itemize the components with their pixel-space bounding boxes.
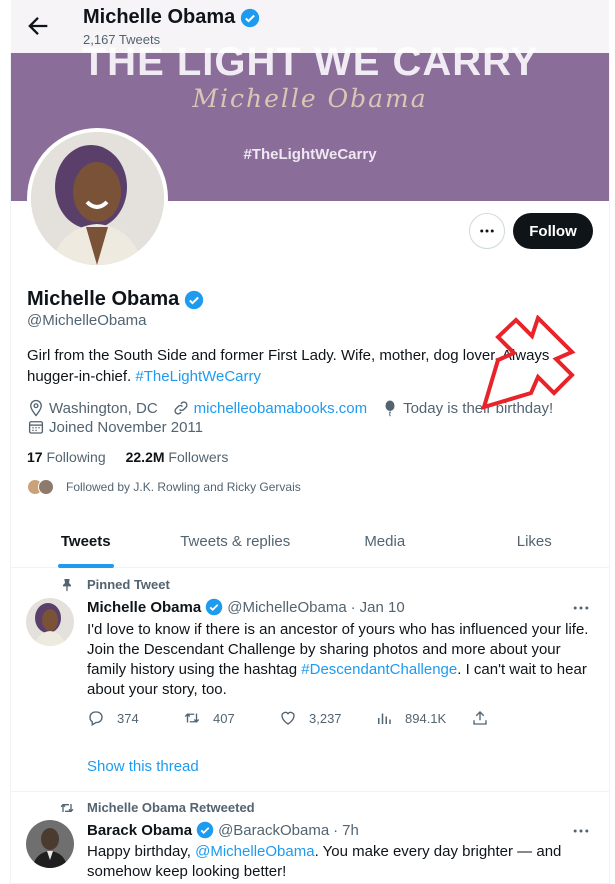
show-thread-link[interactable]: Show this thread	[87, 758, 199, 775]
banner-signature: Michelle Obama	[192, 84, 428, 113]
bio-hashtag-link[interactable]: #TheLightWeCarry	[135, 368, 261, 385]
calendar-icon	[28, 421, 44, 434]
following-label: Following	[46, 449, 106, 465]
more-horizontal-icon[interactable]	[571, 821, 591, 841]
share-icon	[473, 711, 487, 725]
verified-badge-icon	[205, 598, 223, 616]
like-button[interactable]: 3,237	[279, 709, 375, 727]
tweet[interactable]: Michelle Obama Retweeted Barack Obama @B…	[11, 792, 609, 884]
tab-tweets[interactable]: Tweets	[11, 515, 161, 567]
like-count: 3,237	[309, 710, 342, 726]
following-stat[interactable]: 17 Following	[27, 449, 106, 465]
birthday-text: Today is their birthday!	[403, 399, 554, 417]
profile-handle: @MichelleObama	[27, 312, 147, 329]
pin-icon	[63, 579, 71, 592]
tweet-author-avatar[interactable]	[26, 820, 74, 868]
profile-tabs: Tweets Tweets & replies Media Likes	[11, 515, 609, 568]
verified-badge-icon	[241, 8, 260, 27]
verified-badge-icon	[185, 290, 204, 309]
location: Washington, DC	[27, 399, 158, 417]
profile-avatar[interactable]	[27, 128, 168, 269]
tweet-header: Michelle Obama @MichelleObama · Jan 10	[87, 598, 405, 616]
tab-media[interactable]: Media	[310, 515, 460, 567]
balloon-icon	[385, 400, 395, 417]
profile-header-bar: Michelle Obama 2,167 Tweets	[0, 0, 615, 53]
follower-avatars	[27, 479, 54, 495]
views-button[interactable]: 894.1K	[375, 709, 471, 727]
tweet-actions: 374 407 3,237 894.1K	[87, 709, 527, 727]
followers-stat[interactable]: 22.2M Followers	[126, 449, 229, 465]
link-icon	[174, 401, 188, 415]
tweet-time[interactable]: 7h	[342, 822, 359, 839]
reply-icon	[89, 711, 103, 726]
tweet-mention-link[interactable]: @MichelleObama	[195, 843, 314, 860]
tweet-context: Michelle Obama Retweeted	[87, 800, 255, 815]
followed-by[interactable]: Followed by J.K. Rowling and Ricky Gerva…	[27, 479, 301, 495]
tweet-count: 2,167 Tweets	[83, 32, 161, 47]
tweet-text: Happy birthday, @MichelleObama. You make…	[87, 842, 599, 882]
tweet-author-name[interactable]: Barack Obama	[87, 822, 192, 839]
reply-button[interactable]: 374	[87, 709, 183, 727]
more-horizontal-icon[interactable]	[571, 598, 591, 618]
joined-date: Joined November 2011	[27, 418, 203, 436]
profile-meta: Washington, DC michelleobamabooks.com To…	[27, 399, 567, 417]
view-count: 894.1K	[405, 710, 447, 726]
tweet-text: I'd love to know if there is an ancestor…	[87, 620, 599, 700]
share-button[interactable]	[471, 709, 501, 727]
tweet-separator: ·	[333, 821, 339, 839]
followed-by-text: Followed by J.K. Rowling and Ricky Gerva…	[66, 480, 301, 494]
follow-stats: 17 Following 22.2M Followers	[27, 449, 228, 465]
reply-count: 374	[117, 710, 139, 726]
follower-avatar	[38, 479, 54, 495]
location-text: Washington, DC	[49, 399, 158, 417]
header-name-text: Michelle Obama	[83, 6, 236, 28]
retweet-icon	[184, 713, 200, 723]
avatar-photo	[26, 820, 74, 868]
tweet-author-name[interactable]: Michelle Obama	[87, 599, 201, 616]
tweet-text-body: Happy birthday,	[87, 843, 196, 860]
tweet-header: Barack Obama @BarackObama · 7h	[87, 821, 359, 839]
avatar-photo	[26, 598, 74, 646]
tweet-time[interactable]: Jan 10	[360, 599, 405, 616]
avatar-photo	[31, 132, 164, 265]
header-name: Michelle Obama	[83, 6, 260, 29]
heart-icon	[281, 711, 295, 725]
tweet[interactable]: Pinned Tweet Michelle Obama @MichelleOba…	[11, 568, 609, 792]
tweet-separator: ·	[350, 598, 356, 616]
joined-text: Joined November 2011	[49, 418, 203, 436]
birthday: Today is their birthday!	[381, 399, 553, 417]
retweet-count: 407	[213, 710, 235, 726]
tweet-author-handle[interactable]: @BarackObama	[218, 822, 329, 839]
tweet-author-avatar[interactable]	[26, 598, 74, 646]
bio-text: Girl from the South Side and former Firs…	[27, 347, 550, 385]
retweet-icon	[60, 803, 74, 813]
tab-likes[interactable]: Likes	[460, 515, 610, 567]
profile-bio: Girl from the South Side and former Firs…	[27, 345, 567, 387]
website[interactable]: michelleobamabooks.com	[172, 399, 367, 417]
tweet-hashtag-link[interactable]: #DescendantChallenge	[301, 661, 457, 678]
following-count: 17	[27, 449, 43, 465]
verified-badge-icon	[196, 821, 214, 839]
tab-tweets-replies[interactable]: Tweets & replies	[161, 515, 311, 567]
profile-name-text: Michelle Obama	[27, 288, 180, 310]
website-link[interactable]: michelleobamabooks.com	[194, 400, 367, 417]
followers-count: 22.2M	[125, 449, 165, 465]
analytics-icon	[378, 713, 391, 724]
profile-name: Michelle Obama	[27, 288, 204, 311]
tweet-context: Pinned Tweet	[87, 577, 170, 592]
followers-label: Followers	[168, 449, 229, 465]
tweet-author-handle[interactable]: @MichelleObama	[227, 599, 346, 616]
retweet-button[interactable]: 407	[183, 709, 279, 727]
more-horizontal-icon	[480, 229, 494, 233]
follow-button[interactable]: Follow	[513, 213, 593, 249]
back-arrow-icon[interactable]	[24, 12, 52, 40]
location-pin-icon	[30, 399, 42, 417]
more-options-button[interactable]	[469, 213, 505, 249]
